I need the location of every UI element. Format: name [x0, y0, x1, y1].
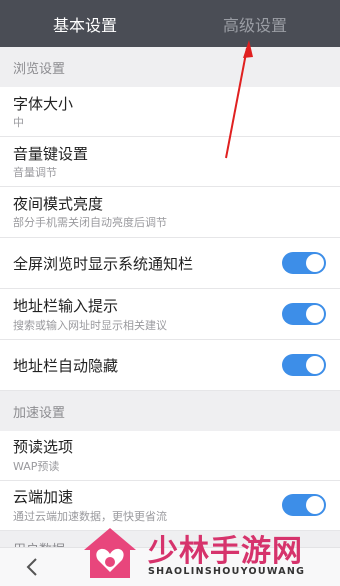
- site-watermark: 少林手游网 SHAOLINSHOUYOUWANG: [80, 520, 340, 586]
- cloud-accel-toggle[interactable]: [282, 494, 326, 516]
- setting-title: 全屏浏览时显示系统通知栏: [13, 255, 194, 273]
- setting-title: 地址栏输入提示: [13, 297, 119, 315]
- setting-night-brightness[interactable]: 夜间模式亮度 部分手机需关闭自动亮度后调节: [0, 187, 340, 238]
- toggle-knob: [306, 305, 324, 323]
- fullscreen-notify-toggle[interactable]: [282, 252, 326, 274]
- watermark-logo-icon: [84, 528, 136, 578]
- setting-title: 预读选项: [13, 438, 74, 456]
- toggle-knob: [306, 496, 324, 514]
- setting-title: 云端加速: [13, 488, 74, 506]
- setting-value: 音量调节: [13, 166, 57, 179]
- setting-font-size[interactable]: 字体大小 中: [0, 87, 340, 137]
- tab-bar: 基本设置 高级设置: [0, 0, 340, 47]
- address-autohide-toggle[interactable]: [282, 354, 326, 376]
- toggle-knob: [306, 356, 324, 374]
- back-arrow-icon[interactable]: [22, 556, 44, 578]
- setting-title: 地址栏自动隐藏: [13, 357, 119, 375]
- setting-preread[interactable]: 预读选项 WAP预读: [0, 431, 340, 481]
- watermark-subtitle: SHAOLINSHOUYOUWANG: [148, 566, 306, 577]
- toggle-knob: [306, 254, 324, 272]
- setting-address-hint: 地址栏输入提示 搜索或输入网址时显示相关建议: [0, 289, 340, 340]
- tab-advanced-settings[interactable]: 高级设置: [170, 0, 340, 47]
- section-accelerate-settings: 加速设置: [0, 391, 340, 431]
- setting-title: 字体大小: [13, 95, 74, 113]
- setting-description: 搜索或输入网址时显示相关建议: [13, 319, 167, 332]
- watermark-title: 少林手游网: [148, 534, 303, 569]
- address-hint-toggle[interactable]: [282, 303, 326, 325]
- setting-volume-key[interactable]: 音量键设置 音量调节: [0, 137, 340, 187]
- setting-title: 音量键设置: [13, 145, 89, 163]
- setting-description: 部分手机需关闭自动亮度后调节: [13, 216, 167, 229]
- setting-title: 夜间模式亮度: [13, 195, 104, 213]
- setting-value: WAP预读: [13, 460, 60, 473]
- setting-address-autohide: 地址栏自动隐藏: [0, 340, 340, 391]
- tab-basic-settings[interactable]: 基本设置: [0, 0, 170, 47]
- section-browse-settings: 浏览设置: [0, 47, 340, 87]
- setting-fullscreen-notify: 全屏浏览时显示系统通知栏: [0, 238, 340, 289]
- setting-value: 中: [13, 116, 24, 129]
